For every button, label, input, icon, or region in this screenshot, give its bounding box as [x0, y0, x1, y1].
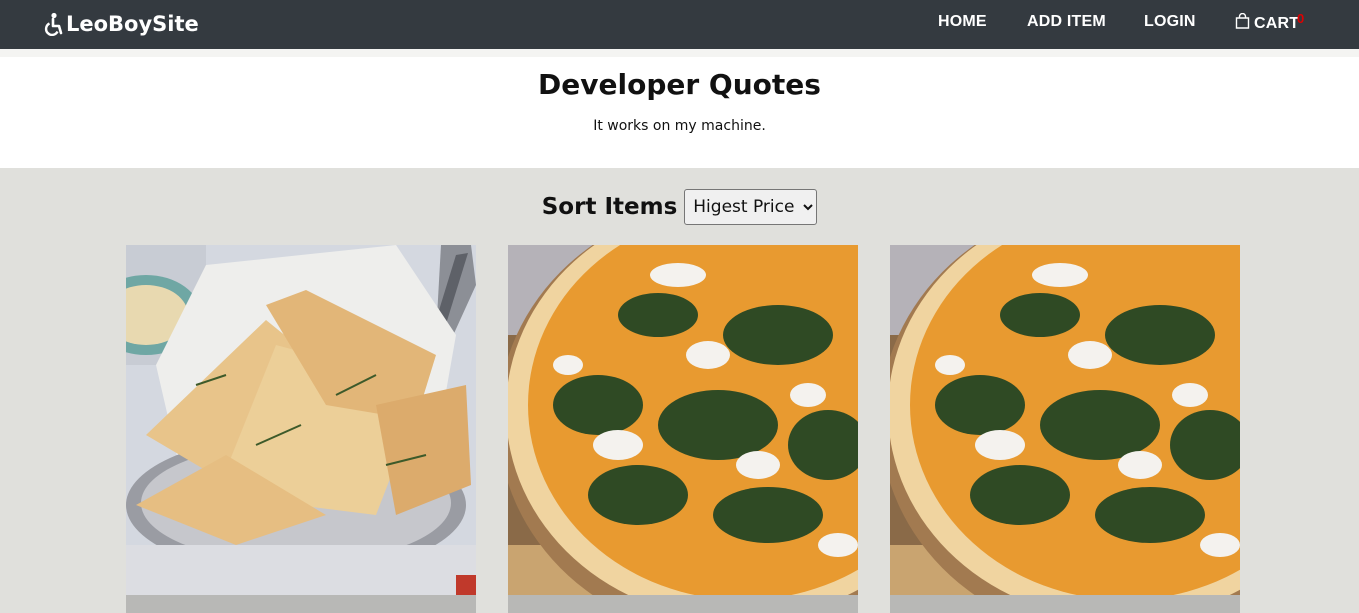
sort-bar: Sort Items Higest Price: [0, 188, 1359, 226]
nav-add-item[interactable]: ADD ITEM: [1027, 13, 1106, 31]
flatbread-basket-image: [126, 245, 476, 595]
spinach-pizza-image: [890, 245, 1240, 595]
sort-label: Sort Items: [541, 194, 678, 220]
product-card[interactable]: [508, 245, 858, 613]
nav-home[interactable]: HOME: [938, 13, 987, 31]
navbar: LeoBoySite HOME ADD ITEM LOGIN CART 0: [0, 0, 1359, 49]
cart-label: CART: [1254, 15, 1300, 32]
sort-select[interactable]: Higest Price: [684, 189, 818, 225]
nav-cart[interactable]: CART 0: [1235, 11, 1304, 33]
quote-text: It works on my machine.: [593, 118, 766, 134]
quotes-section: Developer Quotes It works on my machine.: [0, 57, 1359, 168]
cart-count-badge: 0: [1297, 11, 1305, 26]
nav-login[interactable]: LOGIN: [1144, 13, 1196, 31]
quotes-title: Developer Quotes: [538, 68, 821, 101]
header-divider: [0, 49, 1359, 57]
product-card[interactable]: [126, 245, 476, 613]
shopping-bag-icon: [1235, 12, 1250, 29]
nav-links: HOME ADD ITEM LOGIN CART 0: [0, 0, 1359, 49]
product-card[interactable]: [890, 245, 1240, 613]
spinach-pizza-image: [508, 245, 858, 595]
